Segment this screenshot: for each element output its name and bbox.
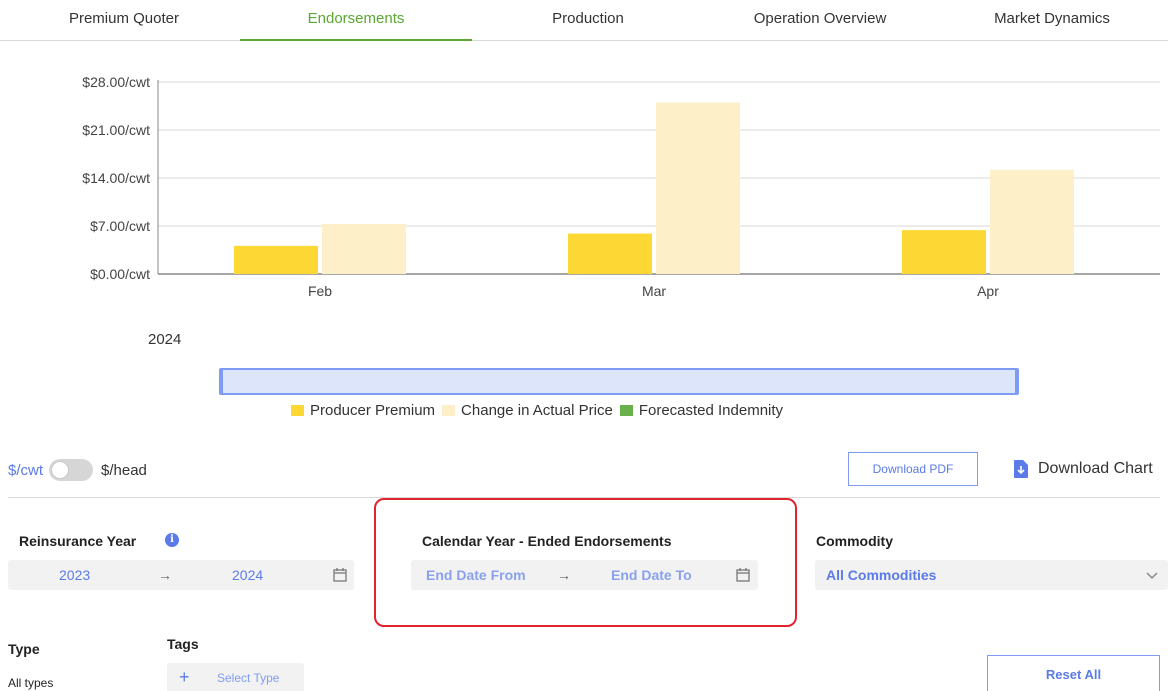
bar-change-in-actual-price xyxy=(322,223,406,274)
type-value[interactable]: All types xyxy=(8,676,53,690)
y-tick-label: $0.00/cwt xyxy=(90,266,150,282)
reset-all-button[interactable]: Reset All xyxy=(987,655,1160,691)
units-toggle[interactable] xyxy=(49,459,94,481)
info-icon[interactable]: i xyxy=(165,533,179,547)
legend-label: Producer Premium xyxy=(310,401,436,419)
endorsements-bar-chart: $0.00/cwt $7.00/cwt $14.00/cwt $21.00/cwt $2… xyxy=(82,74,1160,299)
bar-change-in-actual-price xyxy=(656,102,740,274)
chart-year-label: 2024 xyxy=(148,331,182,348)
chart-legend: Producer Premium Change in Actual Price … xyxy=(291,400,790,420)
chevron-down-icon xyxy=(1146,572,1158,580)
legend-label: Forecasted Indemnity xyxy=(638,401,784,419)
download-pdf-button[interactable]: Download PDF xyxy=(848,452,978,486)
download-chart-label: Download Chart xyxy=(1038,460,1153,477)
legend-item-producer-premium[interactable]: Producer Premium xyxy=(291,402,435,419)
bar-producer-premium xyxy=(568,233,652,274)
reinsurance-year-to[interactable]: 2024 xyxy=(232,560,263,590)
units-toggle-row: $/cwt $/head xyxy=(8,458,147,482)
legend-item-forecasted-indemnity[interactable]: Forecasted Indemnity xyxy=(619,401,784,419)
bar-change-in-actual-price xyxy=(990,169,1074,274)
y-tick-label: $28.00/cwt xyxy=(82,74,150,90)
select-type-label: Select Type xyxy=(217,671,280,685)
tab-production[interactable]: Production xyxy=(472,0,704,41)
legend-swatch xyxy=(442,404,456,416)
type-label: Type xyxy=(8,641,40,657)
tab-premium-quoter[interactable]: Premium Quoter xyxy=(8,0,240,41)
x-tick-label: Mar xyxy=(642,283,666,299)
x-tick-label: Apr xyxy=(977,283,999,299)
unit-cwt-label: $/cwt xyxy=(8,461,44,479)
commodity-select[interactable]: All Commodities xyxy=(815,560,1168,590)
legend-item-change-in-actual-price[interactable]: Change in Actual Price xyxy=(442,402,613,419)
reinsurance-year-label: Reinsurance Year xyxy=(19,533,137,549)
toggle-knob xyxy=(51,461,70,479)
reinsurance-year-range[interactable]: 2023 → 2024 xyxy=(8,560,354,590)
plus-icon: + xyxy=(179,667,190,687)
select-type-button[interactable]: + Select Type xyxy=(167,663,304,691)
tags-label: Tags xyxy=(167,636,199,652)
range-handle-left[interactable] xyxy=(219,370,223,393)
bar-producer-premium xyxy=(234,245,318,274)
tab-market-dynamics[interactable]: Market Dynamics xyxy=(936,0,1168,41)
tab-bar: Premium Quoter Endorsements Production O… xyxy=(0,0,1168,41)
y-tick-label: $21.00/cwt xyxy=(82,122,150,138)
highlight-box xyxy=(374,498,797,627)
legend-swatch xyxy=(291,404,304,416)
date-range-slider[interactable] xyxy=(219,368,1019,395)
legend-swatch xyxy=(619,404,633,416)
calendar-icon[interactable] xyxy=(333,567,347,582)
x-tick-label: Feb xyxy=(308,283,332,299)
download-file-icon xyxy=(1014,460,1028,478)
unit-head-label: $/head xyxy=(101,461,147,479)
range-handle-right[interactable] xyxy=(1015,370,1019,393)
range-arrow-icon: → xyxy=(158,567,172,583)
tab-operation-overview[interactable]: Operation Overview xyxy=(704,0,936,41)
download-chart-button[interactable]: Download Chart xyxy=(1014,457,1153,481)
y-tick-label: $14.00/cwt xyxy=(82,170,150,186)
reinsurance-year-from[interactable]: 2023 xyxy=(59,560,90,590)
commodity-label: Commodity xyxy=(816,533,893,549)
y-tick-label: $7.00/cwt xyxy=(90,218,150,234)
commodity-select-value: All Commodities xyxy=(826,567,937,583)
tab-endorsements[interactable]: Endorsements xyxy=(240,0,472,41)
legend-label: Change in Actual Price xyxy=(461,401,613,419)
bar-producer-premium xyxy=(902,230,986,274)
